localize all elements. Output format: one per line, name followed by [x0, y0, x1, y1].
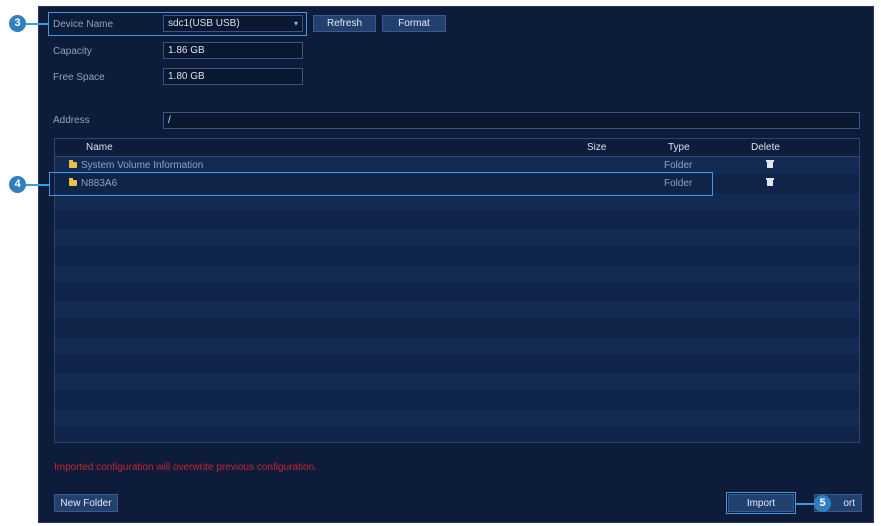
empty-row [55, 355, 859, 372]
device-name-highlight [48, 12, 307, 36]
col-delete-header: Delete [751, 142, 780, 153]
empty-row [55, 265, 859, 282]
capacity-label: Capacity [53, 46, 92, 57]
row-name: System Volume Information [81, 160, 204, 171]
empty-row [55, 427, 859, 442]
empty-row [55, 391, 859, 408]
free-space-label: Free Space [53, 72, 105, 83]
callout-4-leader [26, 184, 49, 186]
empty-row [55, 283, 859, 300]
format-button[interactable]: Format [382, 15, 446, 32]
refresh-button[interactable]: Refresh [313, 15, 376, 32]
empty-row [55, 229, 859, 246]
trash-icon[interactable] [766, 160, 774, 168]
new-folder-button[interactable]: New Folder [54, 494, 118, 512]
col-name-header: Name [86, 142, 113, 153]
empty-row [55, 211, 859, 228]
folder-icon [69, 160, 77, 168]
import-button-highlight [726, 492, 796, 514]
col-size-header: Size [587, 142, 607, 153]
empty-row [55, 337, 859, 354]
import-warning: Imported configuration will overwrite pr… [54, 462, 317, 473]
callout-5-badge: 5 [814, 495, 831, 512]
table-header: Name Size Type Delete [55, 139, 859, 157]
col-type-header: Type [668, 142, 690, 153]
address-label: Address [53, 115, 90, 126]
callout-3-badge: 3 [9, 15, 26, 32]
callout-4-badge: 4 [9, 176, 26, 193]
capacity-field: 1.86 GB [163, 42, 303, 59]
empty-row [55, 373, 859, 390]
empty-row [55, 247, 859, 264]
empty-row [55, 319, 859, 336]
callout-5-leader [796, 503, 814, 505]
empty-row [55, 409, 859, 426]
address-input[interactable]: / [163, 112, 860, 129]
free-space-field: 1.80 GB [163, 68, 303, 85]
folder-row-highlight [49, 172, 713, 196]
row-type: Folder [664, 160, 693, 171]
empty-row [55, 301, 859, 318]
callout-3-leader [26, 23, 48, 25]
trash-icon[interactable] [766, 178, 774, 186]
